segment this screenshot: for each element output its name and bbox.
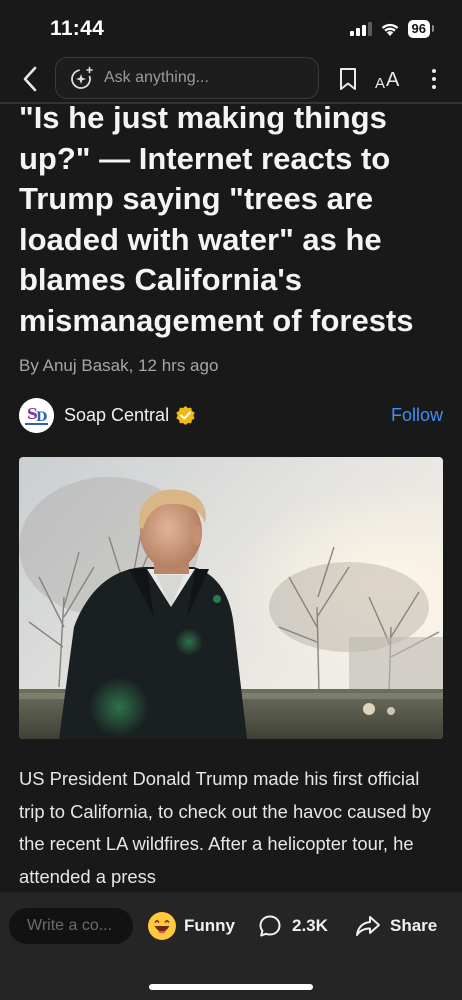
article-headline: "Is he just making things up?" — Interne…	[19, 100, 414, 338]
share-arrow-icon	[356, 916, 380, 936]
battery-icon: 96	[407, 20, 434, 38]
bookmark-icon	[340, 68, 356, 90]
share-label: Share	[390, 916, 438, 935]
status-icons: 96	[349, 20, 434, 38]
follow-button[interactable]: Follow	[391, 405, 443, 426]
svg-text:D: D	[36, 410, 47, 425]
comment-bubble-icon	[259, 915, 281, 937]
battery-level: 96	[411, 21, 426, 36]
bottom-action-bar: Write a co... Funny 2.3K Share	[0, 892, 462, 1000]
signal-icon	[349, 22, 372, 36]
comment-input[interactable]: Write a co...	[9, 908, 133, 944]
article-toolbar: Ask anything... AA	[0, 56, 462, 102]
text-size-small-label: A	[375, 75, 386, 92]
share-button[interactable]: Share	[355, 910, 437, 942]
comments-count: 2.3K	[292, 916, 328, 935]
status-bar: 11:44 96	[0, 0, 462, 56]
verified-badge-icon	[176, 405, 195, 425]
home-indicator[interactable]	[149, 984, 313, 990]
back-button[interactable]	[16, 65, 44, 93]
reaction-label: Funny	[184, 916, 235, 935]
back-icon	[23, 66, 37, 92]
article-body-text: US President Donald Trump made his first…	[19, 768, 431, 887]
source-row: S D Soap Central Follow	[19, 397, 443, 433]
ask-anything-input[interactable]: Ask anything...	[55, 57, 319, 99]
more-options-button[interactable]	[424, 66, 444, 92]
article-hero-image[interactable]	[19, 457, 443, 739]
wifi-icon	[381, 23, 398, 36]
soap-central-logo-icon: S D	[19, 397, 54, 433]
bookmark-button[interactable]	[336, 65, 360, 93]
ask-placeholder: Ask anything...	[104, 69, 209, 86]
text-size-large-label: A	[386, 69, 400, 91]
article-byline: By Anuj Basak, 12 hrs ago	[19, 356, 219, 375]
source-logo[interactable]: S D	[19, 397, 54, 433]
laughing-emoji-icon	[148, 912, 176, 940]
sparkle-add-icon	[71, 66, 93, 89]
comments-button[interactable]: 2.3K	[258, 910, 328, 942]
status-time: 11:44	[50, 17, 105, 40]
reaction-button[interactable]: Funny	[147, 910, 235, 942]
source-name[interactable]: Soap Central	[64, 405, 169, 426]
text-size-button[interactable]: AA	[375, 66, 399, 92]
